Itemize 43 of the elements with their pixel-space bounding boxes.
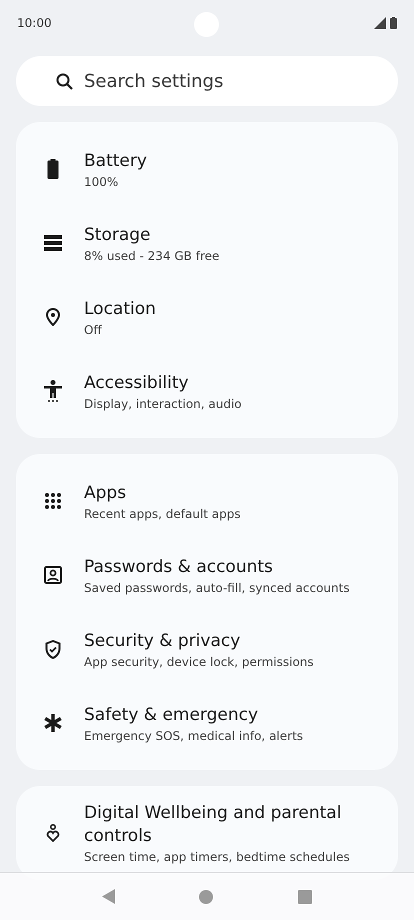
item-title: Storage xyxy=(84,224,152,246)
battery-icon xyxy=(47,159,59,179)
item-subtitle: 8% used - 234 GB free xyxy=(84,248,220,262)
item-title: Passwords & accounts xyxy=(84,556,274,578)
settings-item[interactable]: Battery 100% xyxy=(16,132,398,206)
item-subtitle: Display, interaction, audio xyxy=(84,396,242,410)
item-title: Location xyxy=(84,298,156,320)
settings-item[interactable]: Apps Recent apps, default apps xyxy=(16,464,398,538)
signal-icon xyxy=(374,17,386,29)
settings-item[interactable]: Accessibility Display, interaction, audio xyxy=(16,354,398,428)
shield-check-icon xyxy=(45,640,61,658)
status-time: 10:00 xyxy=(17,16,52,30)
item-title: Battery xyxy=(84,150,147,172)
item-subtitle: Off xyxy=(84,322,103,336)
battery-status-icon xyxy=(390,17,397,29)
item-title: Accessibility xyxy=(84,372,190,394)
asterisk-icon xyxy=(44,714,62,732)
item-subtitle: Emergency SOS, medical info, alerts xyxy=(84,728,304,742)
settings-item[interactable]: Location Off xyxy=(16,280,398,354)
apps-grid-icon xyxy=(45,493,61,509)
item-subtitle: 100% xyxy=(84,174,120,188)
item-title: Digital Wellbeing and parental controls xyxy=(84,802,342,848)
storage-icon xyxy=(44,235,62,251)
settings-item[interactable]: Safety & emergency Emergency SOS, medical info, alerts xyxy=(16,686,398,760)
item-title: Security & privacy xyxy=(84,630,242,652)
settings-item[interactable]: Passwords & accounts Saved passwords, auto-fill, synced accounts xyxy=(16,538,398,612)
item-title: Safety & emergency xyxy=(84,704,260,726)
item-subtitle: Saved passwords, auto-fill, synced accounts xyxy=(84,580,350,594)
location-icon xyxy=(46,308,60,326)
accessibility-icon xyxy=(44,380,62,402)
item-subtitle: App security, device lock, permissions xyxy=(84,654,314,668)
recents-icon[interactable] xyxy=(298,890,312,904)
settings-item[interactable]: Storage 8% used - 234 GB free xyxy=(16,206,398,280)
account-box-icon xyxy=(44,566,62,584)
search-field[interactable]: Search settings xyxy=(16,56,398,106)
settings-item[interactable]: Digital Wellbeing and parental controls Screen time, app timers, bedtime schedules xyxy=(16,796,398,870)
wellbeing-heart-icon xyxy=(46,824,60,842)
home-icon[interactable] xyxy=(199,890,214,904)
settings-item[interactable]: Security & privacy App security, device lock, permissions xyxy=(16,612,398,686)
item-subtitle: Screen time, app timers, bedtime schedules xyxy=(84,850,351,864)
back-icon[interactable] xyxy=(102,889,116,904)
item-title: Apps xyxy=(84,482,128,504)
item-subtitle: Recent apps, default apps xyxy=(84,506,241,520)
